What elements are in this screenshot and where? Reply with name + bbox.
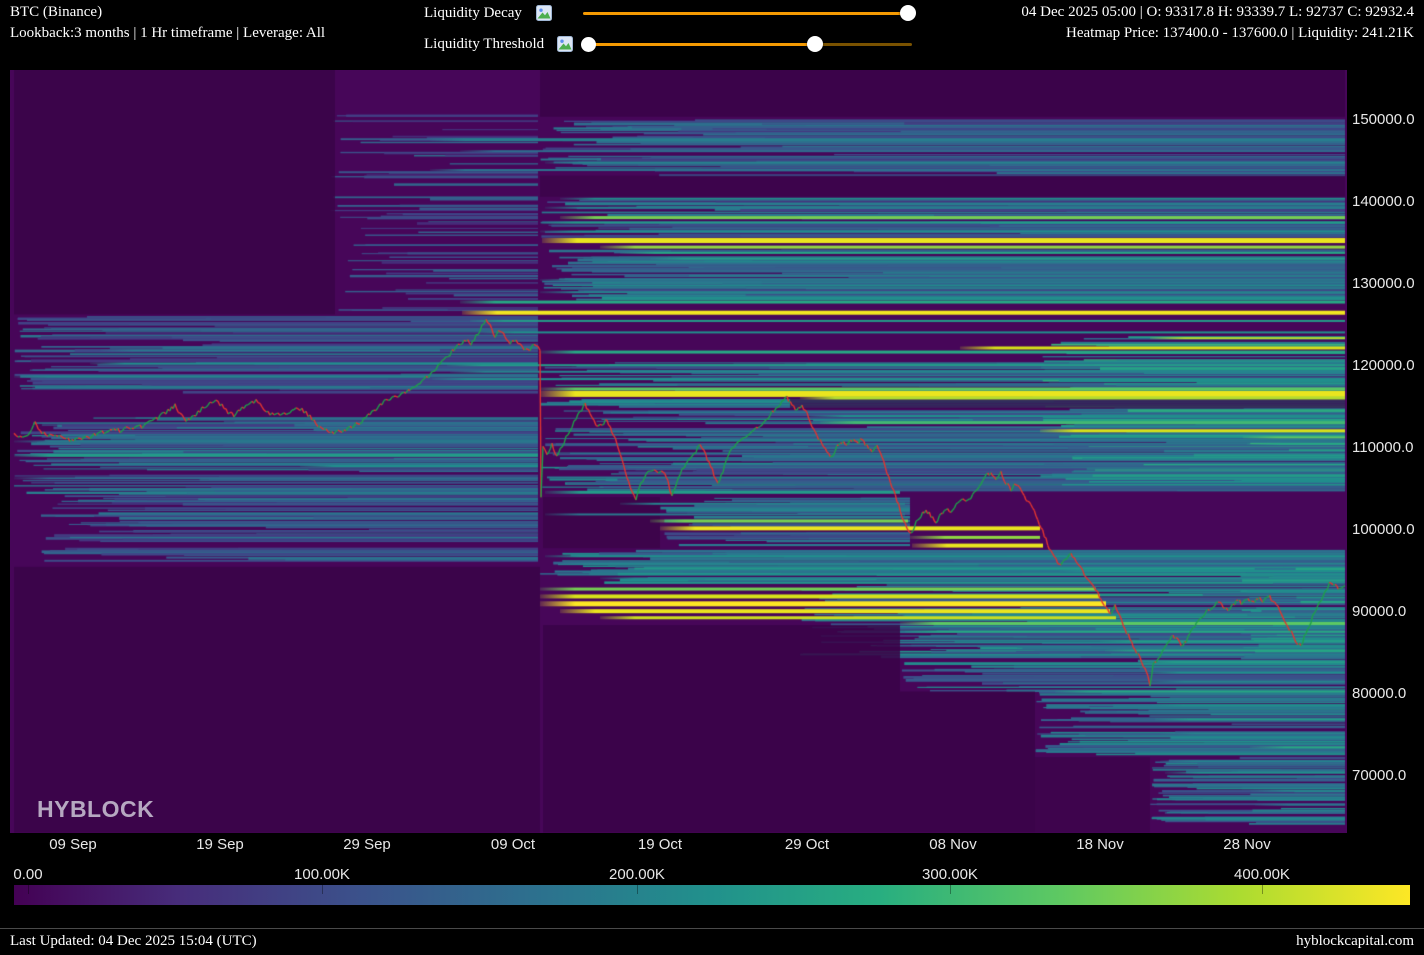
y-axis-tick-label: 150000.0 bbox=[1352, 111, 1415, 128]
liquidity-decay-slider-thumb[interactable] bbox=[900, 5, 916, 21]
y-axis-tick-label: 130000.0 bbox=[1352, 275, 1415, 292]
liquidity-threshold-slider-thumb[interactable] bbox=[807, 36, 823, 52]
x-axis-tick-label: 19 Oct bbox=[615, 836, 705, 853]
site-link[interactable]: hyblockcapital.com bbox=[1296, 933, 1414, 950]
liquidity-decay-label: Liquidity Decay bbox=[424, 5, 522, 22]
y-axis-tick-label: 100000.0 bbox=[1352, 521, 1415, 538]
y-axis-tick-label: 80000.0 bbox=[1352, 685, 1406, 702]
lookback-settings-label: Lookback:3 months | 1 Hr timeframe | Lev… bbox=[10, 25, 325, 42]
colorbar-tick-mark bbox=[1262, 885, 1263, 894]
footer-divider bbox=[0, 928, 1424, 929]
x-axis-tick-label: 09 Sep bbox=[28, 836, 118, 853]
liquidity-decay-tooltip-image-icon bbox=[536, 5, 552, 21]
liquidity-colorbar bbox=[14, 885, 1410, 905]
x-axis-tick-label: 18 Nov bbox=[1055, 836, 1145, 853]
colorbar-tick-mark bbox=[950, 885, 951, 894]
ohlc-readout: 04 Dec 2025 05:00 | O: 93317.8 H: 93339.… bbox=[1021, 4, 1414, 21]
liquidity-threshold-slider-track-filled[interactable] bbox=[585, 43, 815, 46]
liquidity-threshold-slider-track-rest[interactable] bbox=[815, 43, 912, 46]
colorbar-tick-label: 200.00K bbox=[592, 866, 682, 883]
hyblock-watermark: HYBLOCK bbox=[37, 796, 154, 823]
liquidity-threshold-label: Liquidity Threshold bbox=[424, 36, 544, 53]
last-updated-label: Last Updated: 04 Dec 2025 15:04 (UTC) bbox=[10, 933, 257, 950]
y-axis-tick-label: 110000.0 bbox=[1352, 439, 1413, 456]
colorbar-tick-label: 100.00K bbox=[277, 866, 367, 883]
y-axis-tick-label: 120000.0 bbox=[1352, 357, 1415, 374]
y-axis-tick-label: 70000.0 bbox=[1352, 767, 1406, 784]
x-axis-tick-label: 29 Sep bbox=[322, 836, 412, 853]
y-axis-tick-label: 140000.0 bbox=[1352, 193, 1415, 210]
colorbar-tick-label: 0.00 bbox=[0, 866, 73, 883]
colorbar-tick-mark bbox=[322, 885, 323, 894]
liquidation-heatmap-canvas[interactable] bbox=[10, 70, 1347, 833]
colorbar-tick-mark bbox=[28, 885, 29, 894]
heatmap-price-readout: Heatmap Price: 137400.0 - 137600.0 | Liq… bbox=[1066, 25, 1414, 42]
liquidity-threshold-tooltip-image-icon bbox=[557, 36, 573, 52]
x-axis-tick-label: 29 Oct bbox=[762, 836, 852, 853]
x-axis-tick-label: 28 Nov bbox=[1202, 836, 1292, 853]
colorbar-tick-label: 300.00K bbox=[905, 866, 995, 883]
colorbar-tick-mark bbox=[637, 885, 638, 894]
x-axis-tick-label: 19 Sep bbox=[175, 836, 265, 853]
liquidity-decay-slider-track[interactable] bbox=[583, 12, 912, 15]
x-axis-tick-label: 08 Nov bbox=[908, 836, 998, 853]
symbol-title: BTC (Binance) bbox=[10, 4, 102, 21]
x-axis-tick-label: 09 Oct bbox=[468, 836, 558, 853]
y-axis-tick-label: 90000.0 bbox=[1352, 603, 1406, 620]
liquidity-threshold-min-handle[interactable] bbox=[581, 37, 596, 52]
colorbar-tick-label: 400.00K bbox=[1217, 866, 1307, 883]
